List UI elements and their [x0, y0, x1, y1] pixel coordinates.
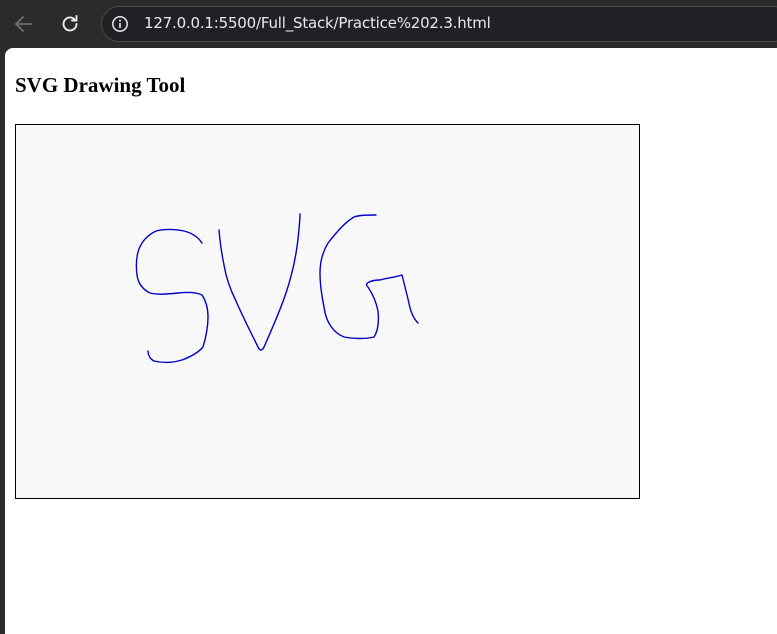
- reload-button[interactable]: [56, 10, 84, 38]
- stroke-letter-s: [135, 228, 209, 364]
- drawing-canvas[interactable]: [15, 124, 640, 499]
- page-viewport: SVG Drawing Tool: [5, 48, 777, 634]
- drawing-surface[interactable]: [16, 125, 639, 498]
- address-bar[interactable]: 127.0.0.1:5500/Full_Stack/Practice%202.3…: [101, 6, 777, 42]
- browser-toolbar: 127.0.0.1:5500/Full_Stack/Practice%202.3…: [0, 0, 777, 48]
- page-title: SVG Drawing Tool: [15, 73, 186, 97]
- url-text: 127.0.0.1:5500/Full_Stack/Practice%202.3…: [144, 14, 491, 32]
- arrow-left-icon: [15, 16, 32, 32]
- stroke-letter-v: [218, 213, 301, 351]
- info-icon[interactable]: [111, 15, 129, 33]
- reload-icon: [62, 15, 78, 32]
- stroke-letter-g: [319, 214, 419, 340]
- back-button[interactable]: [10, 10, 38, 38]
